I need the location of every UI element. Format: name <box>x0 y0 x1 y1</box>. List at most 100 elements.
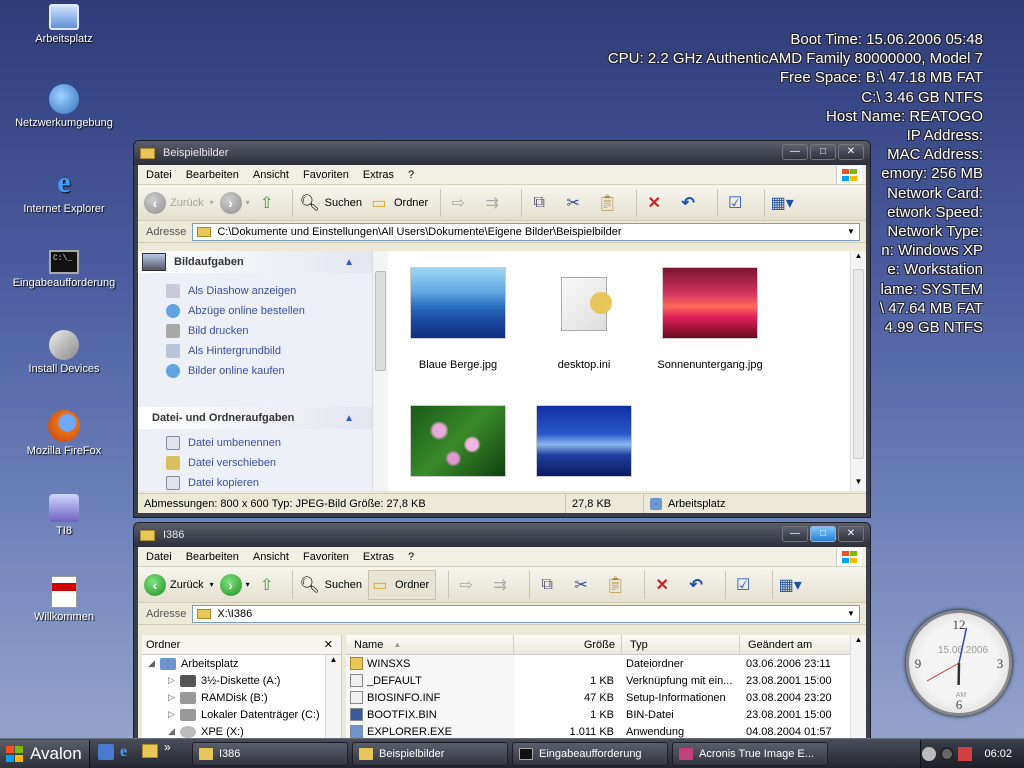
properties-icon[interactable]: ☑ <box>732 574 754 596</box>
collapse-chevron-icon[interactable]: ▲ <box>344 413 354 424</box>
thumbnail-winter[interactable] <box>514 405 654 477</box>
collapse-chevron-icon[interactable]: ▲ <box>344 257 354 268</box>
ie-icon[interactable]: e <box>120 744 136 760</box>
taskbar-button-i386[interactable]: I386 <box>192 742 348 766</box>
desktop-icon-ti8[interactable]: TI8 <box>9 494 119 537</box>
cut-icon[interactable]: ✂ <box>562 192 584 214</box>
up-folder-button[interactable]: ⇧ <box>256 188 280 218</box>
column-name[interactable]: Name ▲ <box>346 635 514 654</box>
menu-ansicht[interactable]: Ansicht <box>253 169 289 181</box>
tray-clock[interactable]: 06:02 <box>984 748 1012 760</box>
column-size[interactable]: Größe <box>514 635 622 654</box>
task-print[interactable]: Bild drucken <box>138 321 372 341</box>
forward-button[interactable]: › ▾ <box>219 188 250 218</box>
address-dropdown-icon[interactable]: ▼ <box>845 608 857 620</box>
explorer-icon[interactable] <box>142 744 158 758</box>
table-row[interactable]: EXPLORER.EXE 1.011 KB Anwendung 04.08.20… <box>346 723 866 738</box>
window-titlebar[interactable]: Beispielbilder — □ ✕ <box>134 141 870 165</box>
undo-icon[interactable]: ↶ <box>685 574 707 596</box>
close-button[interactable]: ✕ <box>838 526 864 542</box>
address-input[interactable]: X:\I386 ▼ <box>192 604 860 623</box>
back-button[interactable]: ‹ Zurück ▾ <box>144 188 214 218</box>
menu-datei[interactable]: Datei <box>146 169 172 181</box>
collapse-icon[interactable]: ◢ <box>148 658 160 669</box>
up-folder-button[interactable]: ⇧ <box>256 570 280 600</box>
tree-item[interactable]: ◢ XPE (X:) <box>142 723 341 738</box>
properties-icon[interactable]: ☑ <box>724 192 746 214</box>
menu-ansicht[interactable]: Ansicht <box>253 551 289 563</box>
desktop-icon-internet-explorer[interactable]: e Internet Explorer <box>9 166 119 215</box>
expand-icon[interactable]: ▷ <box>168 692 180 703</box>
tray-network-icon[interactable] <box>958 747 973 761</box>
menu-datei[interactable]: Datei <box>146 551 172 563</box>
close-button[interactable]: ✕ <box>838 144 864 160</box>
maximize-button[interactable]: □ <box>810 526 836 542</box>
taskbar-button-eingabeaufforderung[interactable]: Eingabeaufforderung <box>512 742 668 766</box>
table-row[interactable]: _DEFAULT 1 KB Verknüpfung mit ein... 23.… <box>346 672 866 689</box>
delete-icon[interactable]: ✕ <box>651 574 673 596</box>
menu-help[interactable]: ? <box>408 169 414 181</box>
collapse-icon[interactable]: ◢ <box>168 726 180 737</box>
folders-button[interactable]: ▭ Ordner <box>368 188 428 218</box>
tree-item[interactable]: ▷ 3½-Diskette (A:) <box>142 672 341 689</box>
desktop-icon-arbeitsplatz[interactable]: Arbeitsplatz <box>9 4 119 45</box>
menu-favoriten[interactable]: Favoriten <box>303 169 349 181</box>
minimize-button[interactable]: — <box>782 526 808 542</box>
task-buy-online[interactable]: Bilder online kaufen <box>138 361 372 381</box>
task-move[interactable]: Datei verschieben <box>138 453 372 473</box>
address-input[interactable]: C:\Dokumente und Einstellungen\All Users… <box>192 222 860 241</box>
thumbnail-water-lilies[interactable] <box>388 405 528 477</box>
menu-extras[interactable]: Extras <box>363 169 394 181</box>
search-button[interactable]: 🔍︎ Suchen <box>299 188 362 218</box>
delete-icon[interactable]: ✕ <box>643 192 665 214</box>
thumbnail-scrollbar[interactable]: ▲ ▼ <box>850 251 866 491</box>
expand-icon[interactable]: ▷ <box>168 709 180 720</box>
forward-button[interactable]: › ▾ <box>219 570 250 600</box>
column-modified[interactable]: Geändert am <box>740 635 850 654</box>
desktop-icon-firefox[interactable]: Mozilla FireFox <box>9 410 119 457</box>
desktop-icon-netzwerkumgebung[interactable]: Netzwerkumgebung <box>9 84 119 129</box>
paste-icon[interactable]: 📋︎ <box>596 192 618 214</box>
desktop-icon-eingabeaufforderung[interactable]: C:\_ Eingabeaufforderung <box>9 250 119 289</box>
move-to-icon[interactable]: ⇨ <box>455 574 477 596</box>
menu-bearbeiten[interactable]: Bearbeiten <box>186 169 239 181</box>
move-to-icon[interactable]: ⇨ <box>447 192 469 214</box>
copy-icon[interactable]: ⧉ <box>528 192 550 214</box>
menu-favoriten[interactable]: Favoriten <box>303 551 349 563</box>
file-tasks-header[interactable]: Datei- und Ordneraufgaben ▲ <box>138 407 372 429</box>
back-button[interactable]: ‹ Zurück ▾ <box>144 570 214 600</box>
maximize-button[interactable]: □ <box>810 144 836 160</box>
image-tasks-header[interactable]: Bildaufgaben ▲ <box>138 251 372 273</box>
table-row[interactable]: BIOSINFO.INF 47 KB Setup-Informationen 0… <box>346 689 866 706</box>
tree-item[interactable]: ▷ RAMDisk (B:) <box>142 689 341 706</box>
file-list-scrollbar[interactable]: ▲ <box>850 635 866 738</box>
desktop-icon-install-devices[interactable]: Install Devices <box>9 330 119 375</box>
tree-item[interactable]: ◢ Arbeitsplatz <box>142 655 341 672</box>
column-type[interactable]: Typ <box>622 635 740 654</box>
expand-icon[interactable]: ▷ <box>168 675 180 686</box>
folder-tree-scrollbar[interactable]: ▲ <box>325 655 341 738</box>
undo-icon[interactable]: ↶ <box>677 192 699 214</box>
menu-help[interactable]: ? <box>408 551 414 563</box>
minimize-button[interactable]: — <box>782 144 808 160</box>
tray-speaker-icon[interactable] <box>940 747 955 761</box>
close-icon[interactable]: ✕ <box>324 638 333 651</box>
cut-icon[interactable]: ✂ <box>570 574 592 596</box>
taskbar-button-acronis[interactable]: Acronis True Image E... <box>672 742 828 766</box>
menu-bearbeiten[interactable]: Bearbeiten <box>186 551 239 563</box>
tray-cd-icon[interactable] <box>922 747 937 761</box>
start-button[interactable]: Avalon <box>0 740 90 768</box>
menu-extras[interactable]: Extras <box>363 551 394 563</box>
thumbnail-sonnenuntergang[interactable]: Sonnenuntergang.jpg <box>640 267 780 371</box>
task-slideshow[interactable]: Als Diashow anzeigen <box>138 281 372 301</box>
address-dropdown-icon[interactable]: ▼ <box>845 226 857 238</box>
copy-icon[interactable]: ⧉ <box>536 574 558 596</box>
views-icon[interactable]: ▦▾ <box>779 574 802 596</box>
tree-item[interactable]: ▷ Lokaler Datenträger (C:) <box>142 706 341 723</box>
table-row[interactable]: BOOTFIX.BIN 1 KB BIN-Datei 23.08.2001 15… <box>346 706 866 723</box>
task-set-background[interactable]: Als Hintergrundbild <box>138 341 372 361</box>
show-desktop-icon[interactable] <box>98 744 114 760</box>
search-button[interactable]: 🔍︎ Suchen <box>299 570 362 600</box>
copy-to-icon[interactable]: ⇉ <box>489 574 511 596</box>
table-row[interactable]: WINSXS Dateiordner 03.06.2006 23:11 <box>346 655 866 672</box>
